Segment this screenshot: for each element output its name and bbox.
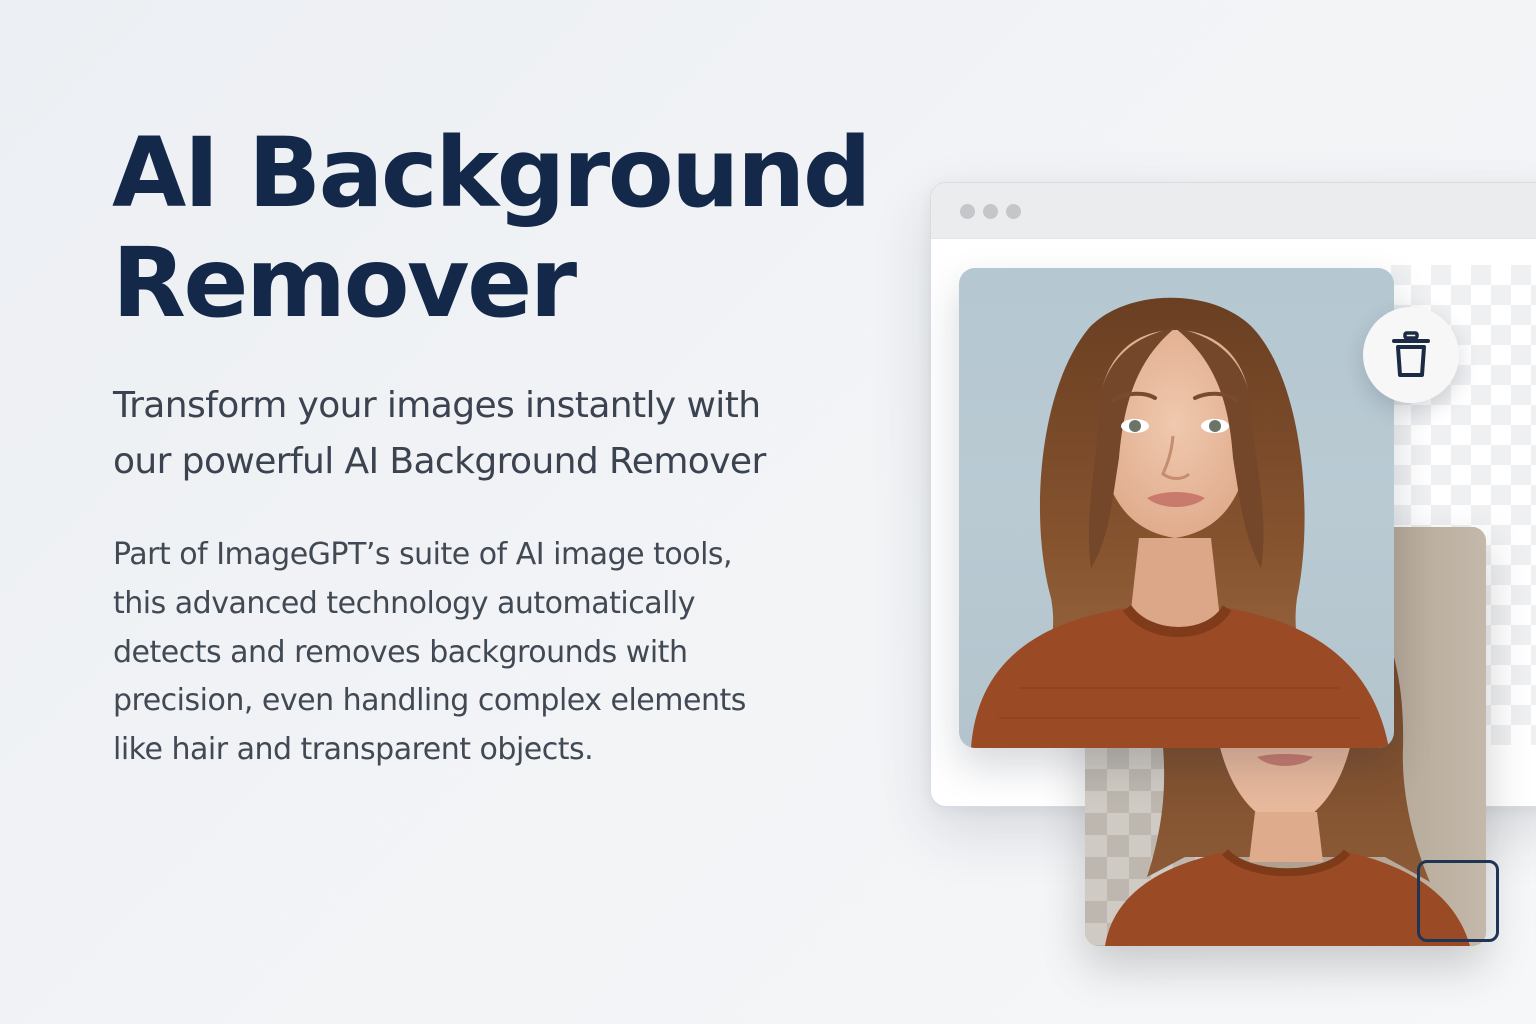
page-title: AI Background Remover [112, 118, 912, 338]
trash-icon [1392, 331, 1430, 377]
selection-frame[interactable] [1417, 860, 1499, 942]
portrait-photo [971, 297, 1389, 748]
description-line-4: precision, even handling complex element… [113, 683, 746, 719]
browser-title-bar [931, 183, 1536, 239]
description-line-2: this advanced technology automatically [113, 585, 696, 621]
description-line-3: detects and removes backgrounds with [113, 634, 688, 670]
subtitle-line-2: our powerful AI Background Remover [113, 441, 766, 482]
title-line-2: Remover [112, 227, 577, 339]
subtitle-line-1: Transform your images instantly with [113, 385, 761, 426]
delete-button[interactable] [1363, 307, 1459, 403]
subtitle: Transform your images instantly with our… [113, 378, 813, 490]
description-line-5: like hair and transparent objects. [113, 732, 594, 768]
original-image-card [959, 268, 1394, 748]
window-dot [1006, 204, 1021, 219]
description-line-1: Part of ImageGPT’s suite of AI image too… [113, 537, 733, 572]
window-dot [983, 204, 998, 219]
description: Part of ImageGPT’s suite of AI image too… [113, 531, 813, 775]
title-line-1: AI Background [112, 117, 872, 229]
window-dot [960, 204, 975, 219]
